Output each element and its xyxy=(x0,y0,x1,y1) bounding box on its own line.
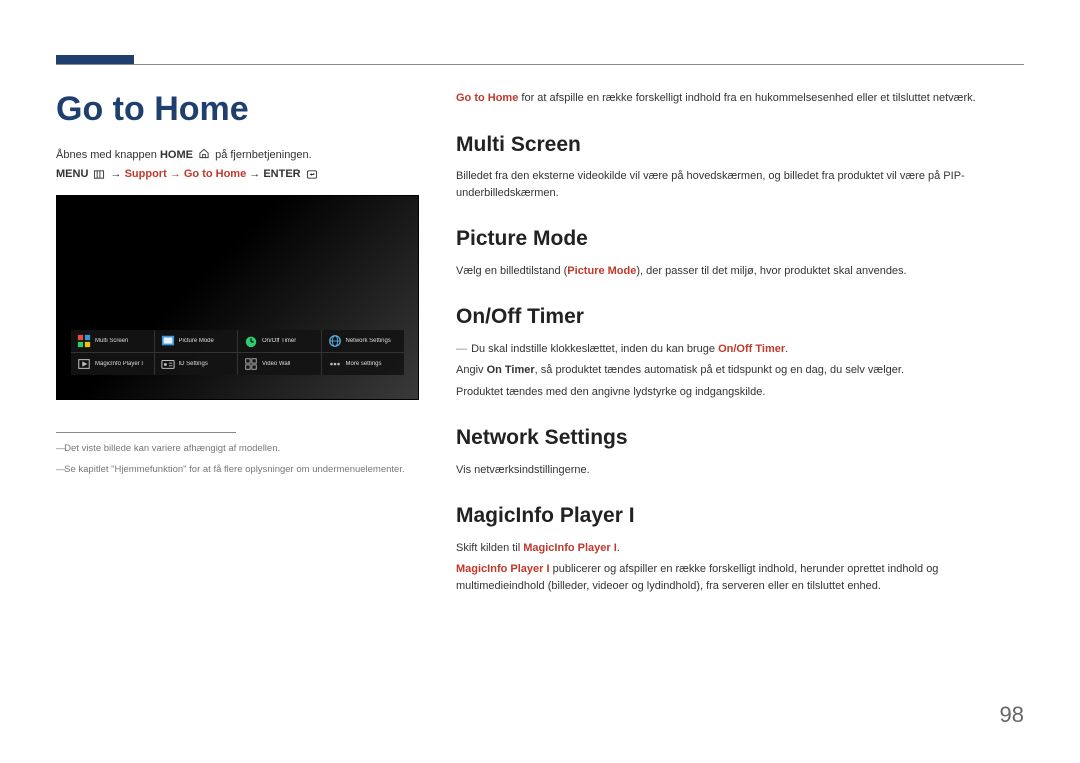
multi-screen-body: Billedet fra den eksterne videokilde vil… xyxy=(456,168,1024,201)
intro-bold: Go to Home xyxy=(456,92,518,104)
dock-label: Network Settings xyxy=(346,338,391,344)
heading-multi-screen: Multi Screen xyxy=(456,129,1024,161)
videowall-icon xyxy=(244,357,258,371)
arrow: → xyxy=(170,168,184,180)
pm-post: ), der passer til det miljø, hvor produk… xyxy=(636,265,906,277)
onoff-note-pre: Du skal indstille klokkeslættet, inden d… xyxy=(471,343,718,355)
dock-label: ID Settings xyxy=(179,361,208,367)
network-body: Vis netværksindstillingerne. xyxy=(456,462,1024,479)
onoff-b1-post: , så produktet tændes automatisk på et t… xyxy=(535,364,904,376)
onoff-note: Du skal indstille klokkeslættet, inden d… xyxy=(456,341,1024,358)
onoff-b1-bold: On Timer xyxy=(487,364,535,376)
section-onoff-timer: On/Off Timer Du skal indstille klokkeslæ… xyxy=(456,301,1024,400)
timer-icon xyxy=(244,334,258,348)
intro-rest: for at afspille en række forskelligt ind… xyxy=(518,92,975,104)
left-column: Go to Home Åbnes med knappen HOME på fje… xyxy=(56,90,421,616)
pm-bold: Picture Mode xyxy=(567,265,636,277)
magicinfo-icon xyxy=(77,357,91,371)
onoff-b1-pre: Angiv xyxy=(456,364,487,376)
open-hint-bold: HOME xyxy=(160,149,193,161)
dock-label: Multi Screen xyxy=(95,338,128,344)
pm-pre: Vælg en billedtilstand ( xyxy=(456,265,567,277)
onoff-body-1: Angiv On Timer, så produktet tændes auto… xyxy=(456,362,1024,379)
arrow: → xyxy=(249,168,263,180)
header-accent xyxy=(56,55,134,64)
dock-label: On/Off Timer xyxy=(262,338,296,344)
onoff-body-2: Produktet tændes med den angivne lydstyr… xyxy=(456,384,1024,401)
home-dock: Multi Screen Picture Mode On/Off Timer xyxy=(71,330,404,375)
home-icon xyxy=(198,148,210,159)
dock-item-onoff-timer[interactable]: On/Off Timer xyxy=(238,330,322,352)
section-network-settings: Network Settings Vis netværksindstilling… xyxy=(456,422,1024,478)
dock-row-2: MagicInfo Player I ID Settings Video Wal… xyxy=(71,353,404,375)
mi-l2-bold: MagicInfo Player I xyxy=(456,563,550,575)
right-column: Go to Home for at afspille en række fors… xyxy=(456,90,1024,616)
menu-support: Support xyxy=(125,168,167,180)
open-hint: Åbnes med knappen HOME på fjernbetjening… xyxy=(56,147,421,164)
dock-label: Video Wall xyxy=(262,361,290,367)
dock-row-1: Multi Screen Picture Mode On/Off Timer xyxy=(71,330,404,353)
footnote-2: Se kapitlet "Hjemmefunktion" for at få f… xyxy=(56,462,421,477)
dock-item-magicinfo[interactable]: MagicInfo Player I xyxy=(71,353,155,375)
header-rule xyxy=(56,64,1024,65)
open-hint-post: på fjernbetjeningen. xyxy=(212,149,312,161)
menu-icon xyxy=(93,169,105,180)
menu-label: MENU xyxy=(56,168,88,180)
heading-magicinfo: MagicInfo Player I xyxy=(456,500,1024,532)
dock-label: More settings xyxy=(346,361,382,367)
magicinfo-l1: Skift kilden til MagicInfo Player I. xyxy=(456,540,1024,557)
dock-item-video-wall[interactable]: Video Wall xyxy=(238,353,322,375)
menu-path: MENU → Support → Go to Home → ENTER xyxy=(56,168,421,180)
dock-item-id-settings[interactable]: ID Settings xyxy=(155,353,239,375)
section-magicinfo: MagicInfo Player I Skift kilden til Magi… xyxy=(456,500,1024,594)
arrow: → xyxy=(111,168,125,180)
footnote-divider xyxy=(56,432,236,433)
dock-item-multi-screen[interactable]: Multi Screen xyxy=(71,330,155,352)
heading-onoff-timer: On/Off Timer xyxy=(456,301,1024,333)
page-number: 98 xyxy=(1000,702,1024,728)
section-picture-mode: Picture Mode Vælg en billedtilstand (Pic… xyxy=(456,223,1024,279)
dock-item-more-settings[interactable]: More settings xyxy=(322,353,405,375)
multiscreen-icon xyxy=(77,334,91,348)
id-icon xyxy=(161,357,175,371)
picture-icon xyxy=(161,334,175,348)
heading-picture-mode: Picture Mode xyxy=(456,223,1024,255)
page-title: Go to Home xyxy=(56,90,421,129)
menu-enter: ENTER xyxy=(263,168,300,180)
picture-mode-body: Vælg en billedtilstand (Picture Mode), d… xyxy=(456,263,1024,280)
more-icon xyxy=(328,357,342,371)
heading-network-settings: Network Settings xyxy=(456,422,1024,454)
footnote-1: Det viste billede kan variere afhængigt … xyxy=(56,441,421,456)
open-hint-pre: Åbnes med knappen xyxy=(56,149,160,161)
menu-gotohome: Go to Home xyxy=(184,168,246,180)
enter-icon xyxy=(306,169,318,180)
mi-l1-pre: Skift kilden til xyxy=(456,542,523,554)
mi-l1-post: . xyxy=(617,542,620,554)
network-icon xyxy=(328,334,342,348)
magicinfo-l2: MagicInfo Player I publicerer og afspill… xyxy=(456,561,1024,594)
screenshot-preview: Multi Screen Picture Mode On/Off Timer xyxy=(56,195,419,400)
dock-item-picture-mode[interactable]: Picture Mode xyxy=(155,330,239,352)
section-multi-screen: Multi Screen Billedet fra den eksterne v… xyxy=(456,129,1024,202)
intro-line: Go to Home for at afspille en række fors… xyxy=(456,90,1024,107)
page-content: Go to Home Åbnes med knappen HOME på fje… xyxy=(0,0,1080,616)
dock-label: MagicInfo Player I xyxy=(95,361,143,367)
dock-item-network-settings[interactable]: Network Settings xyxy=(322,330,405,352)
dock-label: Picture Mode xyxy=(179,338,214,344)
onoff-note-post: . xyxy=(785,343,788,355)
onoff-note-bold: On/Off Timer xyxy=(718,343,785,355)
mi-l1-bold: MagicInfo Player I xyxy=(523,542,617,554)
